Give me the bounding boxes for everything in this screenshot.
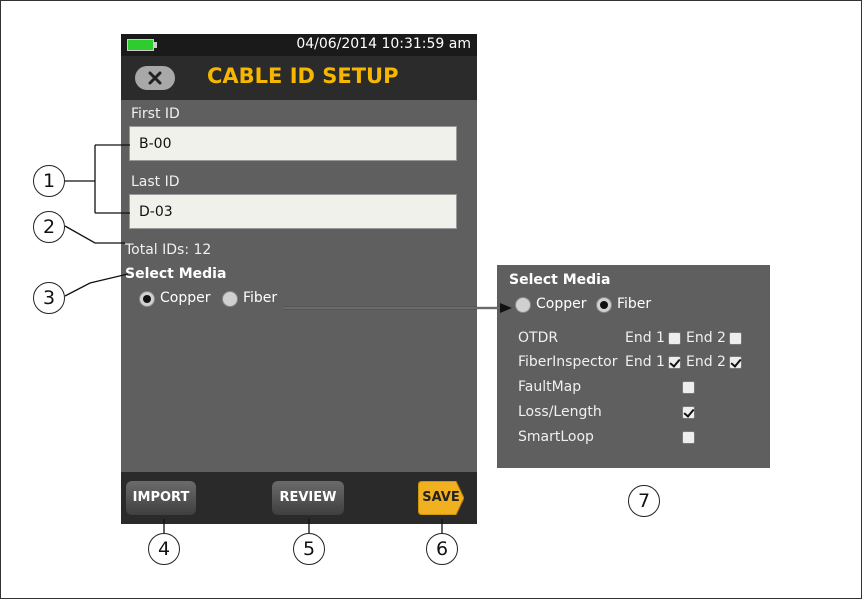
callout-2: 2 bbox=[33, 211, 65, 243]
callout-6: 6 bbox=[426, 533, 458, 565]
callout-5: 5 bbox=[293, 533, 325, 565]
callout-1: 1 bbox=[33, 165, 65, 197]
callout-7: 7 bbox=[628, 485, 660, 517]
callout-4: 4 bbox=[148, 533, 180, 565]
callout-leader-lines bbox=[64, 144, 512, 533]
callout-3: 3 bbox=[33, 282, 65, 314]
